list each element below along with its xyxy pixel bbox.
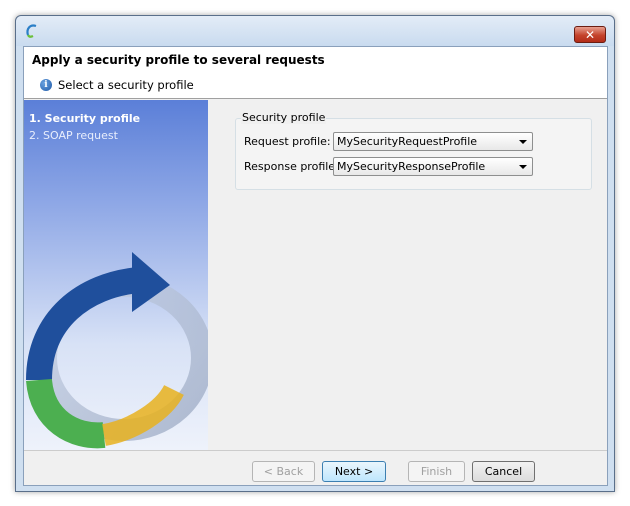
response-profile-value: MySecurityResponseProfile (337, 160, 486, 173)
back-button[interactable]: < Back (252, 461, 315, 482)
title-bar[interactable]: ✕ (16, 16, 614, 46)
steps-panel: 1. Security profile 2. SOAP request (24, 100, 208, 450)
request-profile-value: MySecurityRequestProfile (337, 135, 478, 148)
chevron-down-icon (519, 165, 527, 169)
close-button[interactable]: ✕ (574, 26, 606, 43)
button-bar: < Back Next > Finish Cancel (24, 450, 607, 485)
app-logo-icon (26, 24, 37, 38)
group-title: Security profile (241, 111, 327, 124)
step-security-profile: 1. Security profile (29, 112, 141, 125)
page-subtitle: Select a security profile (58, 78, 194, 92)
wizard-content: Apply a security profile to several requ… (23, 46, 608, 486)
wizard-window: ✕ Apply a security profile to several re… (15, 15, 615, 492)
cancel-button[interactable]: Cancel (472, 461, 535, 482)
page-subtitle-row: i Select a security profile (40, 78, 194, 92)
next-button[interactable]: Next > (322, 461, 386, 482)
step-soap-request: 2. SOAP request (29, 129, 118, 142)
wizard-header: Apply a security profile to several requ… (24, 47, 607, 99)
finish-button[interactable]: Finish (408, 461, 465, 482)
response-profile-select[interactable]: MySecurityResponseProfile (333, 157, 533, 176)
request-profile-select[interactable]: MySecurityRequestProfile (333, 132, 533, 151)
wizard-arrow-graphic (26, 252, 208, 449)
request-profile-label: Request profile: (244, 135, 331, 148)
response-profile-label: Response profile: (244, 160, 339, 173)
close-icon: ✕ (584, 27, 596, 42)
main-panel: Security profile Request profile: MySecu… (209, 100, 607, 450)
info-icon: i (40, 79, 52, 91)
security-profile-group: Security profile Request profile: MySecu… (235, 111, 592, 190)
chevron-down-icon (519, 140, 527, 144)
page-title: Apply a security profile to several requ… (32, 53, 325, 67)
